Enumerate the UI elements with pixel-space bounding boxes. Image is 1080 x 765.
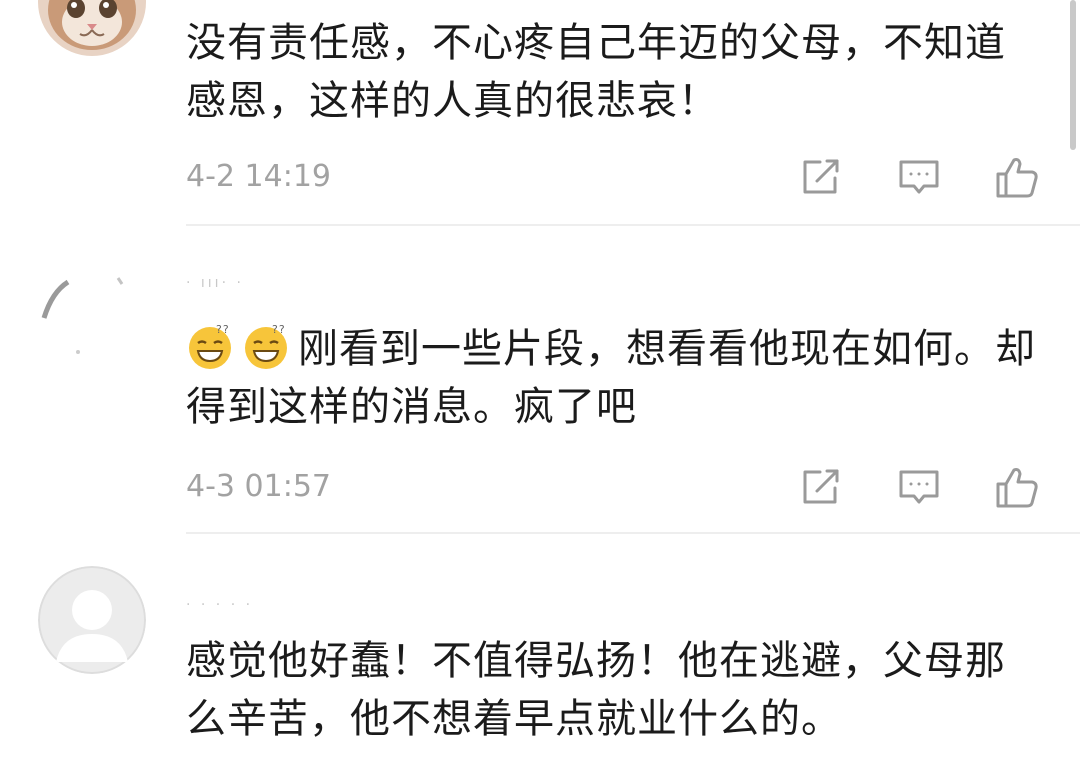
reply-icon[interactable] [894, 152, 944, 202]
comment-text: 感觉他好蠢！不值得弘扬！他在逃避，父母那么辛苦，他不想着早点就业什么的。 [186, 638, 1006, 742]
comment-item: · · · · · 感觉他好蠢！不值得弘扬！他在逃避，父母那么辛苦，他不想着早点… [0, 534, 1080, 765]
like-icon[interactable] [992, 462, 1042, 512]
like-icon[interactable] [992, 152, 1042, 202]
share-icon[interactable] [796, 152, 846, 202]
user-avatar[interactable] [38, 258, 146, 366]
default-person-avatar[interactable] [38, 566, 146, 674]
svg-text:??: ?? [272, 323, 286, 336]
comment-meta: 4-3 01:57 [186, 462, 1046, 512]
scrollbar[interactable] [1070, 0, 1076, 150]
comment-time: 4-2 14:19 [186, 159, 331, 194]
dizzy-grin-emoji: ?? [242, 321, 292, 371]
comment-text: 没有责任感，不心疼自己年迈的父母，不知道感恩，这样的人真的很悲哀！ [186, 20, 1006, 124]
user-avatar[interactable] [38, 0, 146, 56]
svg-text:??: ?? [216, 323, 230, 336]
reply-icon[interactable] [894, 462, 944, 512]
username[interactable]: · · · · · [186, 598, 253, 612]
username[interactable]: · ııı· · [186, 276, 244, 290]
comment-item: 没有责任感，不心疼自己年迈的父母，不知道感恩，这样的人真的很悲哀！ 4-2 14… [0, 0, 1080, 228]
comment-time: 4-3 01:57 [186, 469, 331, 504]
divider [186, 224, 1080, 226]
comment-item: · ııı· · ?? ?? 刚看到一些片段，想看看他现在如何。却得到这样的消息… [0, 228, 1080, 534]
comment-text-body: 刚看到一些片段，想看看他现在如何。却得到这样的消息。疯了吧 [186, 326, 1036, 430]
dizzy-grin-emoji: ?? [186, 321, 236, 371]
comment-meta: 4-2 14:19 [186, 152, 1046, 202]
comment-text: ?? ?? 刚看到一些片段，想看看他现在如何。却得到这样的消息。疯了吧 [186, 320, 1046, 436]
share-icon[interactable] [796, 462, 846, 512]
